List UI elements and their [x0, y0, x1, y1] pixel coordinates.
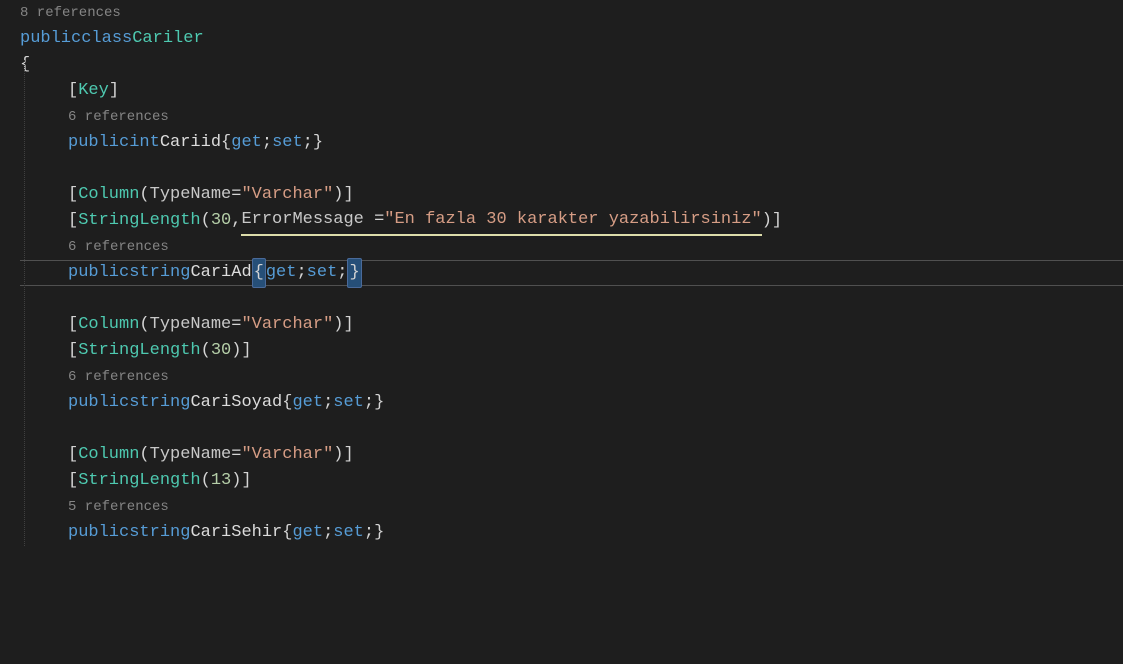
selected-brace-open: { — [252, 258, 266, 287]
class-keyword: class — [81, 25, 132, 52]
carisehir-property-line: public string CariSehir { get; set; } — [20, 520, 1123, 546]
class-references[interactable]: 8 references — [20, 0, 1123, 26]
cariid-references[interactable]: 6 references — [20, 104, 1123, 130]
carisehir-property: CariSehir — [190, 519, 282, 546]
selected-brace-close: } — [347, 258, 361, 287]
cariad-property-line: public string CariAd { get; set; } — [20, 260, 1123, 286]
code-editor[interactable]: 8 references public class Cariler { [Key… — [0, 0, 1123, 546]
cariad-property: CariAd — [190, 259, 251, 286]
carisehir-stringlength-attribute: [StringLength(13)] — [20, 468, 1123, 494]
carisoyad-references[interactable]: 6 references — [20, 364, 1123, 390]
blank-line — [20, 286, 1123, 312]
class-open-brace: { — [20, 52, 1123, 78]
public-keyword: public — [20, 25, 81, 52]
indent-guide — [24, 60, 25, 546]
carisoyad-column-attribute: [Column(TypeName = "Varchar")] — [20, 312, 1123, 338]
cariad-stringlength-attribute: [StringLength(30, ErrorMessage ="En fazl… — [20, 208, 1123, 234]
cariad-references[interactable]: 6 references — [20, 234, 1123, 260]
blank-line — [20, 156, 1123, 182]
cariad-column-attribute: [Column(TypeName = "Varchar")] — [20, 182, 1123, 208]
carisehir-column-attribute: [Column(TypeName = "Varchar")] — [20, 442, 1123, 468]
cariid-property: Cariid — [160, 129, 221, 156]
carisoyad-stringlength-attribute: [StringLength(30)] — [20, 338, 1123, 364]
class-name: Cariler — [132, 25, 203, 52]
blank-line — [20, 416, 1123, 442]
cariid-property-line: public int Cariid { get; set; } — [20, 130, 1123, 156]
carisoyad-property-line: public string CariSoyad { get; set; } — [20, 390, 1123, 416]
key-attribute: Key — [78, 77, 109, 104]
carisehir-references[interactable]: 5 references — [20, 494, 1123, 520]
key-attribute-line: [Key] — [20, 78, 1123, 104]
carisoyad-property: CariSoyad — [190, 389, 282, 416]
class-declaration-line: public class Cariler — [20, 26, 1123, 52]
